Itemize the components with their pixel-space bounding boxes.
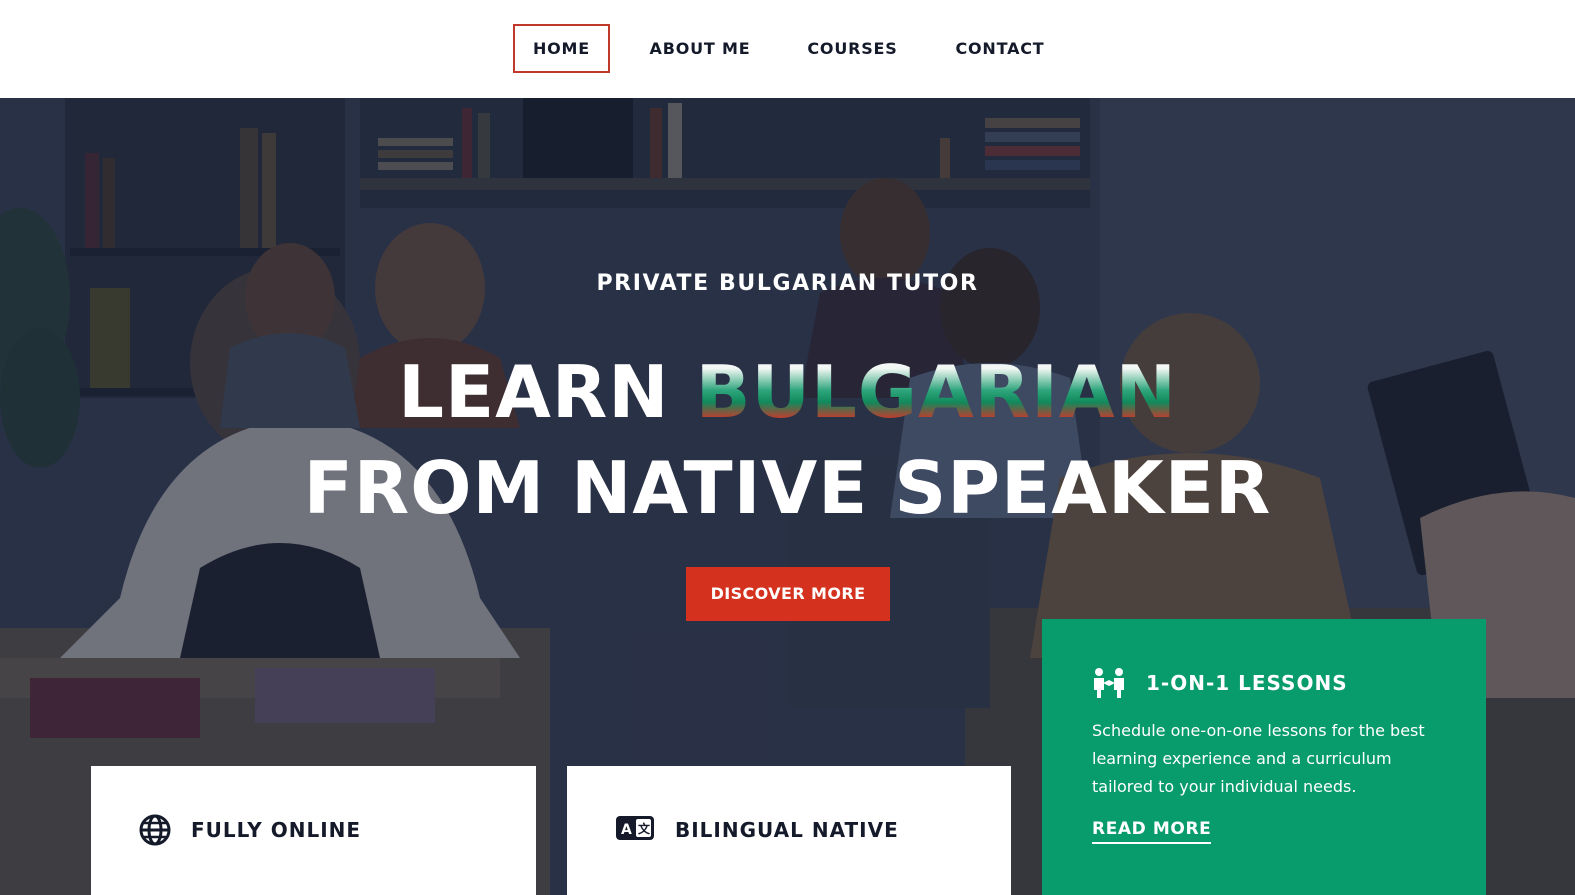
hero-section: PRIVATE BULGARIAN TUTOR LEARN BULGARIAN … (0, 98, 1575, 895)
headline-line-2: FROM NATIVE SPEAKER (303, 446, 1272, 530)
feature-card-title: FULLY ONLINE (191, 818, 362, 842)
translate-icon: A 文 (616, 816, 654, 840)
read-more-link[interactable]: READ MORE (1092, 819, 1212, 844)
feature-card-title: BILINGUAL NATIVE (675, 818, 899, 842)
people-icon (1094, 668, 1124, 698)
nav-item-courses[interactable]: COURSES (795, 24, 910, 73)
feature-card-online: FULLY ONLINE (91, 766, 536, 895)
headline-line-1: LEARN BULGARIAN (0, 344, 1575, 440)
hero-eyebrow: PRIVATE BULGARIAN TUTOR (596, 271, 979, 296)
feature-card-lessons: 1-ON-1 LESSONS Schedule one-on-one lesso… (1042, 619, 1486, 895)
nav-item-about-me[interactable]: ABOUT ME (640, 24, 760, 73)
headline-prefix: LEARN (398, 350, 696, 434)
lessons-description: Schedule one-on-one lessons for the best… (1092, 721, 1425, 796)
svg-text:A: A (621, 822, 632, 838)
lessons-title: 1-ON-1 LESSONS (1146, 671, 1348, 695)
globe-icon (139, 814, 171, 846)
nav-item-home[interactable]: HOME (513, 24, 610, 73)
top-navigation: HOME ABOUT ME COURSES CONTACT (0, 0, 1575, 98)
discover-more-button[interactable]: DISCOVER MORE (686, 567, 890, 621)
hero-headline: LEARN BULGARIAN FROM NATIVE SPEAKER (0, 344, 1575, 536)
nav-item-contact[interactable]: CONTACT (945, 24, 1055, 73)
svg-text:文: 文 (638, 821, 651, 836)
headline-accent-word: BULGARIAN (695, 350, 1177, 434)
feature-card-bilingual: A 文 BILINGUAL NATIVE (567, 766, 1011, 895)
